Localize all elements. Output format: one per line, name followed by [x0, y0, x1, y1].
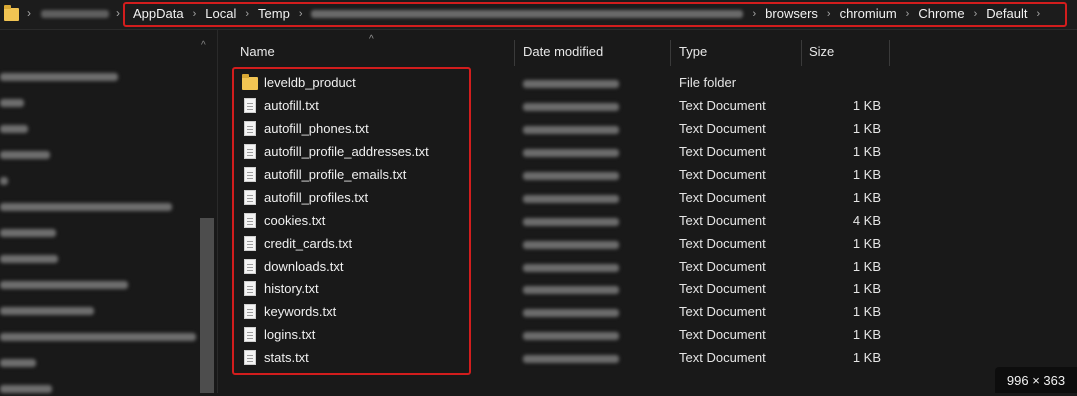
highlight-box-files	[232, 67, 471, 375]
file-size: 1 KB	[852, 281, 881, 296]
column-header-date-modified[interactable]: Date modified	[523, 44, 603, 59]
column-header-size[interactable]: Size	[809, 44, 834, 59]
breadcrumb-default[interactable]: Default	[986, 6, 1027, 21]
chevron-right-icon[interactable]: ›	[27, 6, 31, 20]
file-type: Text Document	[679, 98, 766, 113]
column-header-name[interactable]: Name	[240, 44, 275, 59]
chevron-right-icon[interactable]: ›	[193, 8, 197, 20]
breadcrumb-temp[interactable]: Temp	[258, 6, 290, 21]
column-divider[interactable]	[889, 40, 890, 66]
file-size: 1 KB	[852, 304, 881, 319]
chevron-right-icon[interactable]: ›	[245, 8, 249, 20]
file-type: Text Document	[679, 144, 766, 159]
nav-item[interactable]	[0, 226, 200, 240]
date-modified-redacted	[523, 309, 619, 317]
date-modified-redacted	[523, 103, 619, 111]
scrollbar-thumb[interactable]	[200, 218, 214, 393]
date-modified-redacted	[523, 286, 619, 294]
date-modified-redacted	[523, 264, 619, 272]
date-modified-redacted	[523, 172, 619, 180]
date-modified-redacted	[523, 218, 619, 226]
breadcrumb-appdata[interactable]: AppData	[133, 6, 184, 21]
date-modified-redacted	[523, 355, 619, 363]
breadcrumb-chrome[interactable]: Chrome	[918, 6, 964, 21]
file-size: 4 KB	[852, 213, 881, 228]
breadcrumb: AppData › Local › Temp › › browsers › ch…	[133, 6, 1049, 21]
nav-item[interactable]	[0, 96, 200, 110]
redacted-path-segment	[41, 10, 109, 18]
file-type: Text Document	[679, 236, 766, 251]
file-type: Text Document	[679, 259, 766, 274]
column-header-type[interactable]: Type	[679, 44, 707, 59]
nav-item[interactable]	[0, 382, 200, 396]
chevron-right-icon[interactable]: ›	[299, 8, 303, 20]
date-modified-redacted	[523, 195, 619, 203]
nav-item[interactable]	[0, 200, 200, 214]
breadcrumb-local[interactable]: Local	[205, 6, 236, 21]
navigation-pane[interactable]: ^	[0, 30, 218, 393]
nav-item[interactable]	[0, 70, 200, 84]
date-modified-redacted	[523, 80, 619, 88]
file-size: 1 KB	[852, 236, 881, 251]
chevron-right-icon[interactable]: ›	[1036, 8, 1040, 20]
file-type: Text Document	[679, 121, 766, 136]
image-size-badge: 996 × 363	[995, 367, 1077, 393]
file-size: 1 KB	[852, 350, 881, 365]
file-size: 1 KB	[852, 167, 881, 182]
chevron-right-icon[interactable]: ›	[827, 8, 831, 20]
column-divider[interactable]	[801, 40, 802, 66]
file-type: Text Document	[679, 190, 766, 205]
file-size: 1 KB	[852, 190, 881, 205]
file-type: Text Document	[679, 213, 766, 228]
date-modified-redacted	[523, 332, 619, 340]
chevron-right-icon[interactable]: ›	[974, 8, 978, 20]
chevron-right-icon[interactable]: ›	[752, 8, 756, 20]
nav-item[interactable]	[0, 356, 200, 370]
file-type: Text Document	[679, 304, 766, 319]
nav-item[interactable]	[0, 252, 200, 266]
file-size: 1 KB	[852, 121, 881, 136]
nav-item[interactable]	[0, 148, 200, 162]
file-type: File folder	[679, 75, 737, 90]
chevron-right-icon[interactable]: ›	[906, 8, 910, 20]
nav-item[interactable]	[0, 278, 200, 292]
nav-item[interactable]	[0, 330, 200, 344]
chevron-right-icon[interactable]: ›	[116, 6, 120, 20]
sort-ascending-icon: ^	[369, 34, 374, 45]
breadcrumb-browsers[interactable]: browsers	[765, 6, 818, 21]
column-divider[interactable]	[670, 40, 671, 66]
file-size: 1 KB	[852, 144, 881, 159]
breadcrumb-chromium[interactable]: chromium	[840, 6, 897, 21]
address-bar[interactable]: › › AppData › Local › Temp › › browsers …	[0, 0, 1077, 30]
folder-icon	[4, 5, 19, 21]
file-type: Text Document	[679, 327, 766, 342]
column-divider[interactable]	[514, 40, 515, 66]
nav-item[interactable]	[0, 122, 200, 136]
file-type: Text Document	[679, 281, 766, 296]
breadcrumb-redacted[interactable]	[311, 9, 744, 18]
file-type: Text Document	[679, 167, 766, 182]
file-size: 1 KB	[852, 259, 881, 274]
date-modified-redacted	[523, 126, 619, 134]
scroll-up-icon[interactable]: ^	[201, 40, 206, 51]
file-type: Text Document	[679, 350, 766, 365]
column-header-row: ^ Name Date modified Type Size	[229, 34, 890, 66]
nav-item[interactable]	[0, 174, 200, 188]
date-modified-redacted	[523, 241, 619, 249]
file-size: 1 KB	[852, 327, 881, 342]
nav-item[interactable]	[0, 304, 200, 318]
date-modified-redacted	[523, 149, 619, 157]
file-size: 1 KB	[852, 98, 881, 113]
